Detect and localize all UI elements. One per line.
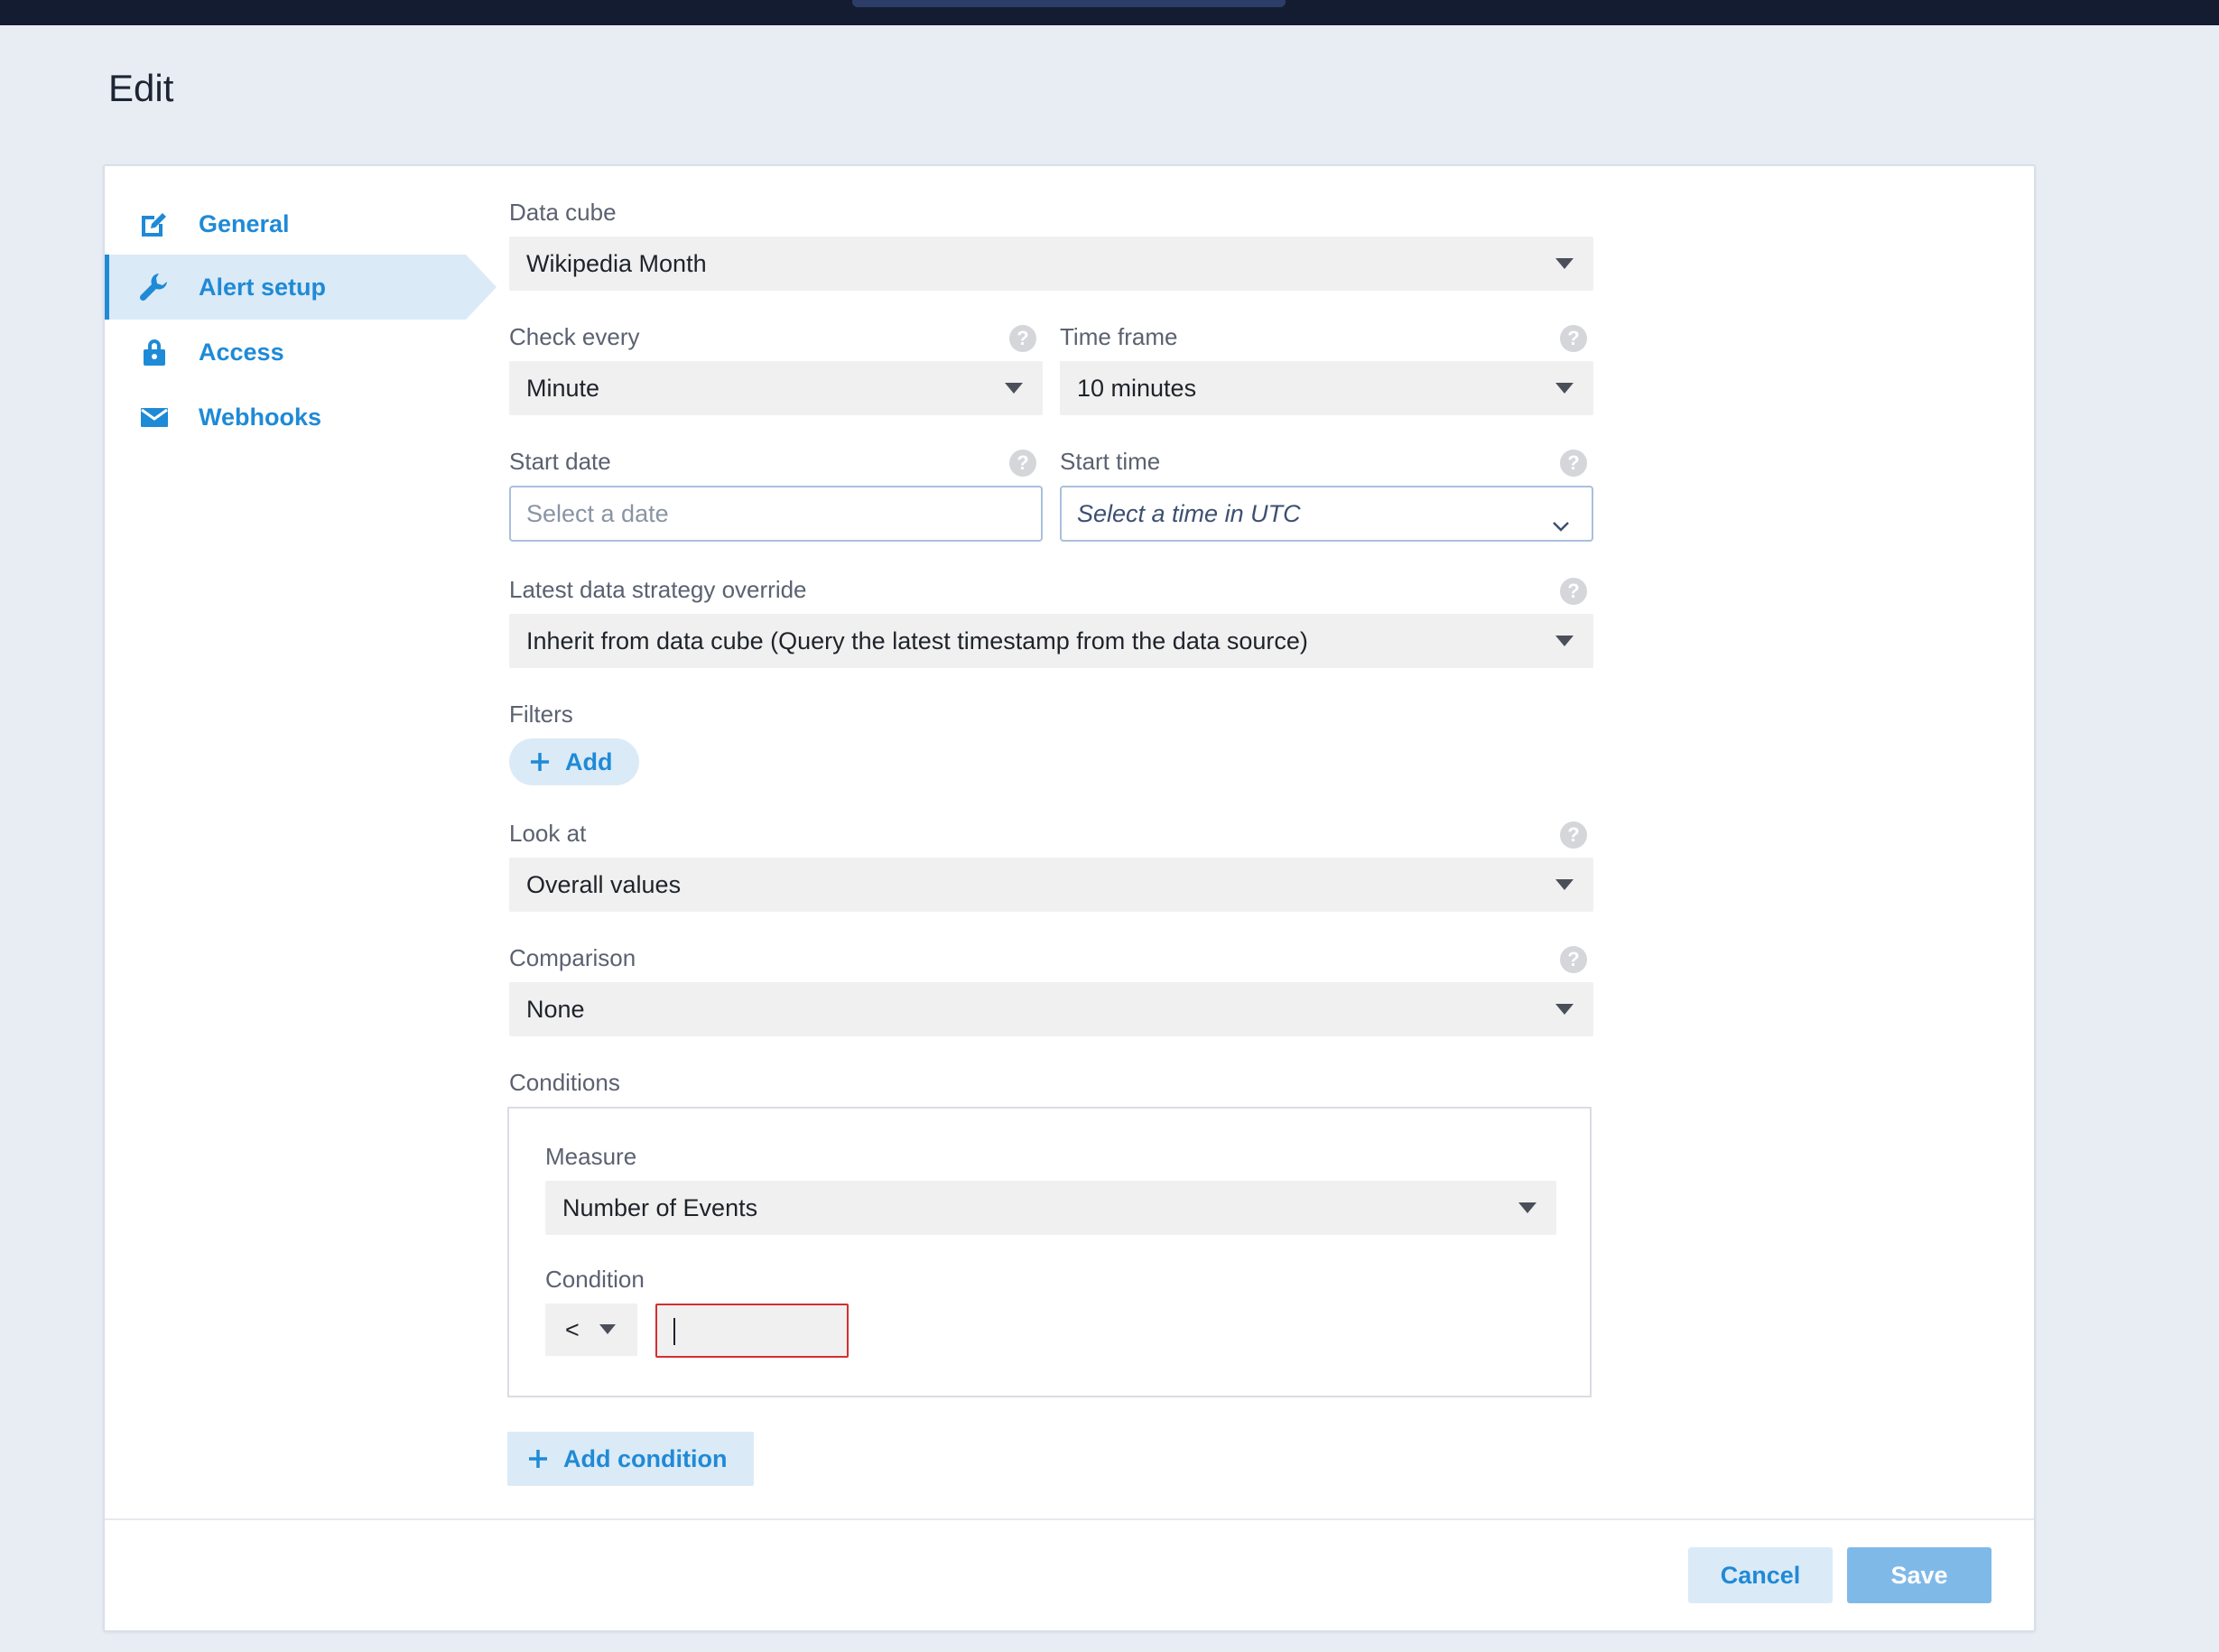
caret-down-icon: [1518, 1202, 1537, 1213]
latest-data-strategy-select[interactable]: Inherit from data cube (Query the latest…: [509, 614, 1593, 668]
check-every-select[interactable]: Minute: [509, 361, 1043, 415]
chevron-down-icon: [1552, 510, 1570, 538]
start-time-placeholder: Select a time in UTC: [1077, 499, 1301, 527]
time-frame-select[interactable]: 10 minutes: [1060, 361, 1593, 415]
comparison-label: Comparison: [509, 944, 636, 971]
add-condition-label: Add condition: [563, 1444, 728, 1472]
caret-down-icon: [1555, 879, 1574, 890]
sidebar-item-alert-setup[interactable]: Alert setup: [105, 255, 497, 320]
data-cube-label: Data cube: [509, 199, 617, 226]
caret-down-icon: [1555, 383, 1574, 394]
start-time-help-icon[interactable]: ?: [1560, 450, 1587, 477]
time-frame-label: Time frame: [1060, 323, 1178, 350]
caret-down-icon: [1555, 1004, 1574, 1015]
start-date-input[interactable]: Select a date: [509, 486, 1043, 542]
edit-icon: [139, 209, 170, 239]
condition-label: Condition: [545, 1266, 645, 1293]
latest-data-strategy-value: Inherit from data cube (Query the latest…: [526, 626, 1308, 654]
caret-down-icon: [1555, 258, 1574, 269]
measure-label: Measure: [545, 1143, 637, 1170]
sidebar-item-label: Access: [199, 338, 284, 366]
lock-icon: [139, 337, 170, 367]
start-date-placeholder: Select a date: [526, 499, 669, 527]
data-cube-value: Wikipedia Month: [526, 249, 707, 277]
condition-operator-value: <: [565, 1315, 580, 1343]
text-cursor: [673, 1318, 675, 1345]
latest-data-strategy-help-icon[interactable]: ?: [1560, 578, 1587, 605]
start-date-help-icon[interactable]: ?: [1009, 450, 1036, 477]
conditions-box: Measure Number of Events Condition <: [507, 1107, 1592, 1397]
edit-alert-card: General Alert setup Access Webhooks Data…: [103, 164, 2036, 1632]
active-tab-indicator: [852, 0, 1286, 7]
data-cube-select[interactable]: Wikipedia Month: [509, 237, 1593, 291]
top-navigation-bar: [0, 0, 2219, 25]
add-filter-button[interactable]: Add: [509, 738, 640, 785]
cancel-button[interactable]: Cancel: [1688, 1547, 1833, 1603]
check-every-value: Minute: [526, 374, 600, 402]
page-title: Edit: [108, 67, 174, 109]
latest-data-strategy-label: Latest data strategy override: [509, 576, 807, 603]
condition-operator-select[interactable]: <: [545, 1304, 637, 1356]
mail-icon: [139, 402, 170, 432]
filters-label: Filters: [509, 701, 573, 728]
footer-divider: [105, 1518, 2034, 1520]
comparison-help-icon[interactable]: ?: [1560, 946, 1587, 973]
comparison-value: None: [526, 995, 585, 1023]
time-frame-help-icon[interactable]: ?: [1560, 325, 1587, 352]
conditions-label: Conditions: [509, 1069, 620, 1096]
sidebar-item-access[interactable]: Access: [105, 320, 466, 385]
measure-select[interactable]: Number of Events: [545, 1181, 1556, 1235]
caret-down-icon: [1005, 383, 1023, 394]
look-at-select[interactable]: Overall values: [509, 858, 1593, 912]
start-date-label: Start date: [509, 448, 611, 475]
look-at-help-icon[interactable]: ?: [1560, 821, 1587, 849]
sidebar-item-label: Webhooks: [199, 403, 322, 431]
plus-icon: [527, 1448, 549, 1470]
sidebar-item-label: General: [199, 209, 290, 237]
look-at-value: Overall values: [526, 870, 682, 898]
time-frame-value: 10 minutes: [1077, 374, 1197, 402]
start-time-select[interactable]: Select a time in UTC: [1060, 486, 1593, 542]
plus-icon: [529, 751, 551, 773]
measure-value: Number of Events: [562, 1193, 758, 1221]
sidebar-item-general[interactable]: General: [105, 191, 466, 256]
wrench-icon: [139, 272, 170, 302]
check-every-help-icon[interactable]: ?: [1009, 325, 1036, 352]
sidebar-item-webhooks[interactable]: Webhooks: [105, 385, 466, 450]
comparison-select[interactable]: None: [509, 982, 1593, 1036]
look-at-label: Look at: [509, 820, 587, 847]
add-condition-button[interactable]: Add condition: [507, 1432, 755, 1486]
caret-down-icon: [1555, 636, 1574, 646]
add-filter-label: Add: [565, 747, 613, 775]
condition-value-input[interactable]: [655, 1304, 849, 1358]
check-every-label: Check every: [509, 323, 640, 350]
caret-down-icon: [599, 1324, 616, 1334]
start-time-label: Start time: [1060, 448, 1161, 475]
sidebar-item-label: Alert setup: [199, 273, 327, 301]
save-button[interactable]: Save: [1847, 1547, 1992, 1603]
